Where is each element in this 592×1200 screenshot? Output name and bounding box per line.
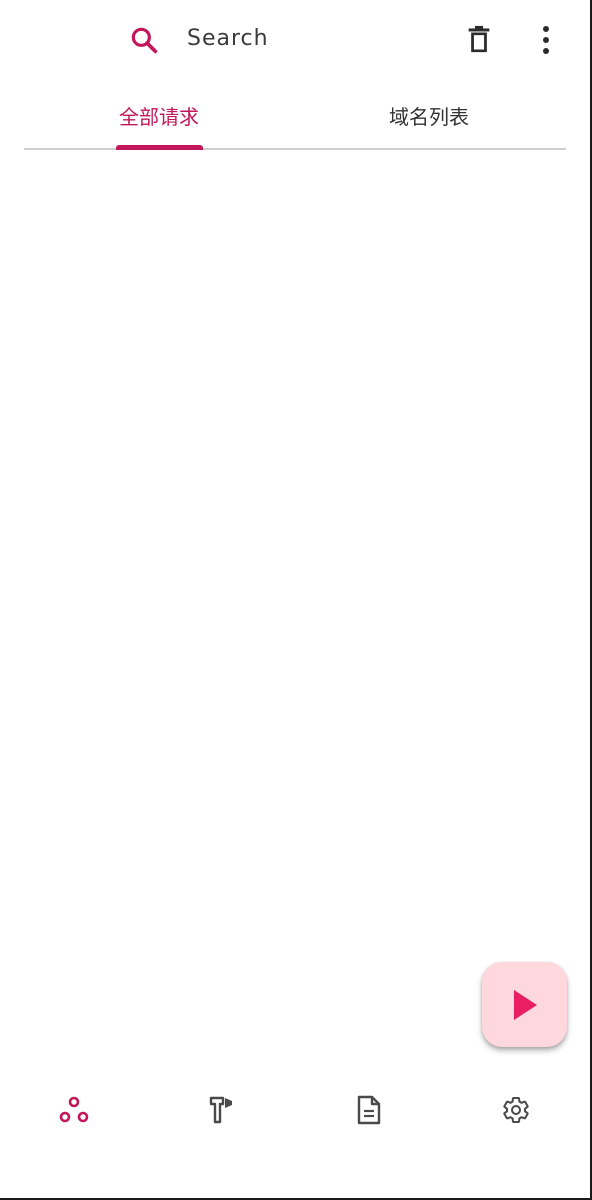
nav-item-settings[interactable] bbox=[494, 1088, 538, 1132]
connections-icon bbox=[59, 1096, 89, 1123]
more-vert-icon bbox=[543, 26, 549, 54]
top-app-bar: Search bbox=[0, 0, 590, 82]
bottom-navigation bbox=[0, 1070, 590, 1150]
start-capture-button[interactable] bbox=[482, 962, 567, 1047]
nav-item-logs[interactable] bbox=[347, 1088, 391, 1132]
tab-bar: 全部请求 域名列表 bbox=[24, 82, 566, 150]
search-field[interactable]: Search bbox=[187, 26, 269, 51]
settings-icon bbox=[503, 1097, 529, 1123]
search-icon bbox=[131, 27, 158, 54]
play-icon bbox=[513, 989, 537, 1020]
delete-all-button[interactable] bbox=[459, 20, 499, 60]
more-options-button[interactable] bbox=[526, 20, 566, 60]
request-list-empty bbox=[0, 150, 590, 1050]
nav-item-tools[interactable] bbox=[200, 1088, 244, 1132]
nav-item-connections[interactable] bbox=[52, 1088, 96, 1132]
tab-domain-list[interactable]: 域名列表 bbox=[364, 82, 494, 148]
tab-all-requests[interactable]: 全部请求 bbox=[94, 82, 224, 148]
document-icon bbox=[357, 1095, 381, 1125]
tools-icon bbox=[209, 1096, 232, 1124]
trash-icon bbox=[468, 25, 490, 53]
search-button[interactable] bbox=[124, 20, 164, 60]
